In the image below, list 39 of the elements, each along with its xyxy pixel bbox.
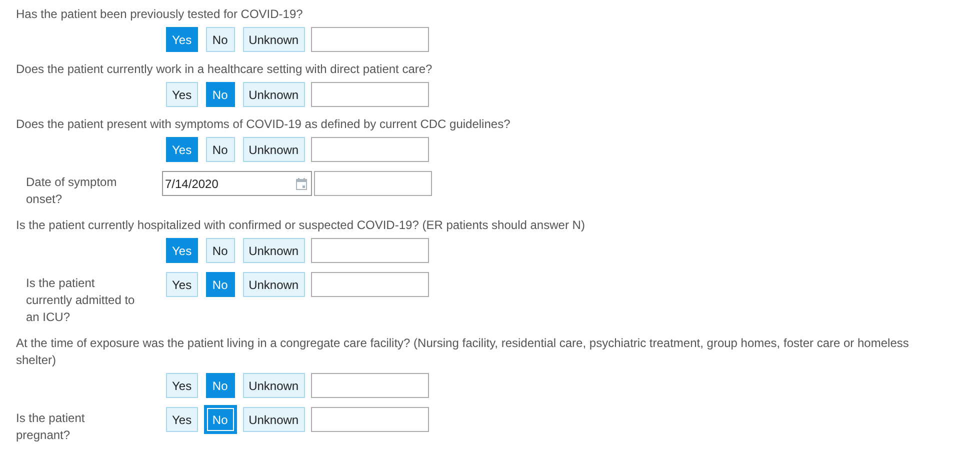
text-field[interactable] <box>310 27 429 52</box>
option-button[interactable]: Unknown <box>242 82 305 107</box>
text-field[interactable] <box>314 171 432 196</box>
option-button[interactable]: No <box>206 27 235 52</box>
option-button[interactable]: Unknown <box>242 272 305 297</box>
option-button[interactable]: Yes <box>166 407 198 432</box>
text-field[interactable] <box>310 238 429 263</box>
option-button[interactable]: Unknown <box>242 238 305 263</box>
text-field[interactable] <box>310 272 429 297</box>
field-label: Date of symptom onset? <box>26 174 118 208</box>
question-label: Is the patient currently hospitalized with confirmed or suspected COVID-19? (ER patients should answer N) <box>16 217 586 234</box>
question-label: At the time of exposure was the patient living in a congregate care facility? (Nursing facility, residential care, psychiatric treatment, group homes, foster care or homeless shelter) <box>16 335 910 369</box>
option-button[interactable]: No <box>206 373 235 398</box>
option-button[interactable]: Unknown <box>242 407 305 432</box>
option-button[interactable]: No <box>206 272 235 297</box>
calendar-icon[interactable] <box>296 178 307 190</box>
text-field[interactable] <box>310 82 429 107</box>
question-label: Has the patient been previously tested for COVID-19? <box>16 6 304 23</box>
question-label: Does the patient present with symptoms of COVID-19 as defined by current CDC guidelines? <box>16 116 512 133</box>
text-field[interactable] <box>310 137 429 162</box>
option-button[interactable]: Unknown <box>242 137 305 162</box>
option-button[interactable]: No <box>206 238 235 263</box>
option-button[interactable]: Yes <box>166 27 198 52</box>
option-button[interactable]: Yes <box>166 137 198 162</box>
option-button[interactable]: Yes <box>166 82 198 107</box>
question-label: Is the patient pregnant? <box>16 410 86 444</box>
question-label: Is the patient currently admitted to an ICU? <box>26 275 136 326</box>
date-field[interactable]: 7/14/2020 <box>162 171 312 196</box>
option-button[interactable]: Yes <box>166 272 198 297</box>
option-button[interactable]: Yes <box>166 373 198 398</box>
option-button[interactable]: No <box>206 137 235 162</box>
option-button[interactable]: Unknown <box>242 27 305 52</box>
option-button[interactable]: No <box>206 407 235 432</box>
option-button[interactable]: No <box>206 82 235 107</box>
text-field[interactable] <box>310 373 429 398</box>
option-button[interactable]: Yes <box>166 238 198 263</box>
option-button[interactable]: Unknown <box>242 373 305 398</box>
question-label: Does the patient currently work in a healthcare setting with direct patient care? <box>16 61 434 78</box>
text-field[interactable] <box>310 407 429 432</box>
